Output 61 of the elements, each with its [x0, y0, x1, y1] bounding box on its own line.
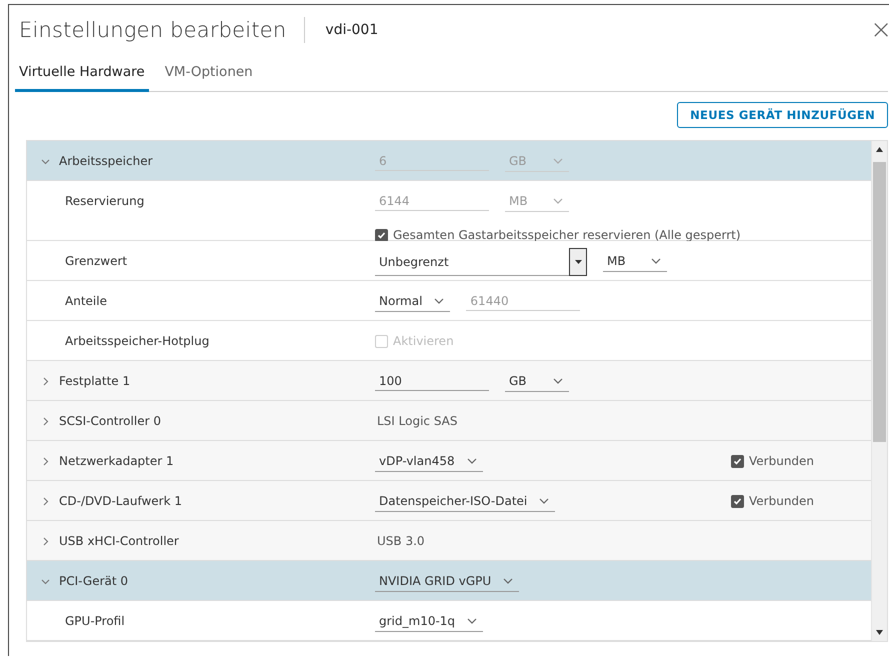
chevron-right-icon[interactable] [41, 376, 50, 386]
setting-label: Reservierung [65, 194, 144, 208]
dialog-title: Einstellungen bearbeiten [19, 18, 286, 42]
vm-name: vdi-001 [325, 22, 378, 38]
chevron-down-icon [466, 458, 477, 464]
dropdown[interactable]: vDP-vlan458 [375, 450, 483, 472]
triangle-down-icon [574, 260, 582, 264]
check-icon [733, 456, 742, 466]
chevron-down-icon [553, 158, 563, 164]
setting-label: Anteile [65, 294, 107, 308]
device-label: CD-/DVD-Laufwerk 1 [59, 494, 182, 508]
device-label: Festplatte 1 [59, 374, 130, 388]
chevron-right-icon[interactable] [41, 536, 50, 546]
chevron-down-icon [503, 578, 514, 584]
device-row[interactable]: Netzwerkadapter 1 vDP-vlan458 Verbunden [27, 441, 871, 481]
chevron-down-icon [553, 378, 563, 384]
value-text: LSI Logic SAS [376, 414, 458, 428]
dropdown[interactable]: MB [603, 250, 667, 272]
chevron-down-icon[interactable] [41, 576, 50, 586]
device-row[interactable]: SCSI-Controller 0 LSI Logic SAS [27, 401, 871, 441]
add-device-button[interactable]: NEUES GERÄT HINZUFÜGEN [677, 102, 888, 128]
chevron-right-icon[interactable] [41, 416, 50, 426]
dropdown-button[interactable] [569, 248, 587, 276]
dropdown[interactable]: NVIDIA GRID vGPU [375, 570, 520, 592]
device-label: SCSI-Controller 0 [59, 414, 161, 428]
check-icon [733, 496, 742, 506]
chevron-down-icon[interactable] [41, 156, 50, 166]
input-field[interactable]: Unbegrenzt [375, 248, 569, 276]
scrollbar[interactable] [871, 141, 887, 641]
checkbox[interactable]: Verbunden [731, 494, 814, 508]
scroll-down-icon[interactable] [876, 630, 883, 635]
device-label: Arbeitsspeicher [59, 154, 153, 168]
device-label: Netzwerkadapter 1 [59, 454, 174, 468]
input-field[interactable]: 100 [375, 372, 489, 390]
check-icon [377, 230, 386, 240]
tab[interactable]: VM-Optionen [160, 55, 257, 92]
device-row[interactable]: CD-/DVD-Laufwerk 1 Datenspeicher-ISO-Datei Verbunden [27, 481, 871, 521]
chevron-right-icon[interactable] [41, 496, 50, 506]
device-row[interactable]: USB xHCI-Controller USB 3.0 [27, 521, 871, 561]
checkbox[interactable]: Verbunden [731, 454, 814, 468]
chevron-down-icon [434, 298, 444, 304]
dropdown[interactable]: GB [505, 370, 569, 392]
setting-label: Grenzwert [65, 254, 128, 268]
tab[interactable]: Virtuelle Hardware [15, 55, 149, 92]
chevron-down-icon [467, 618, 478, 624]
chevron-down-icon [651, 258, 661, 264]
close-button[interactable]: × [866, 17, 889, 43]
setting-label: GPU-Profil [65, 614, 125, 628]
device-row[interactable]: PCI-Gerät 0 NVIDIA GRID vGPU [27, 561, 871, 601]
device-label: PCI-Gerät 0 [59, 574, 128, 588]
device-row[interactable]: Festplatte 1 100 GB [27, 361, 871, 401]
scroll-up-icon[interactable] [876, 147, 883, 152]
dropdown[interactable]: Datenspeicher-ISO-Datei [375, 490, 556, 512]
chevron-down-icon [553, 198, 563, 204]
setting-label: Arbeitsspeicher-Hotplug [65, 334, 210, 348]
dropdown[interactable]: Normal [375, 290, 450, 312]
device-label: USB xHCI-Controller [59, 534, 179, 548]
chevron-right-icon[interactable] [41, 456, 50, 466]
value-text: USB 3.0 [376, 534, 425, 548]
dropdown[interactable]: grid_m10-1q [375, 610, 484, 632]
chevron-down-icon [539, 498, 550, 504]
